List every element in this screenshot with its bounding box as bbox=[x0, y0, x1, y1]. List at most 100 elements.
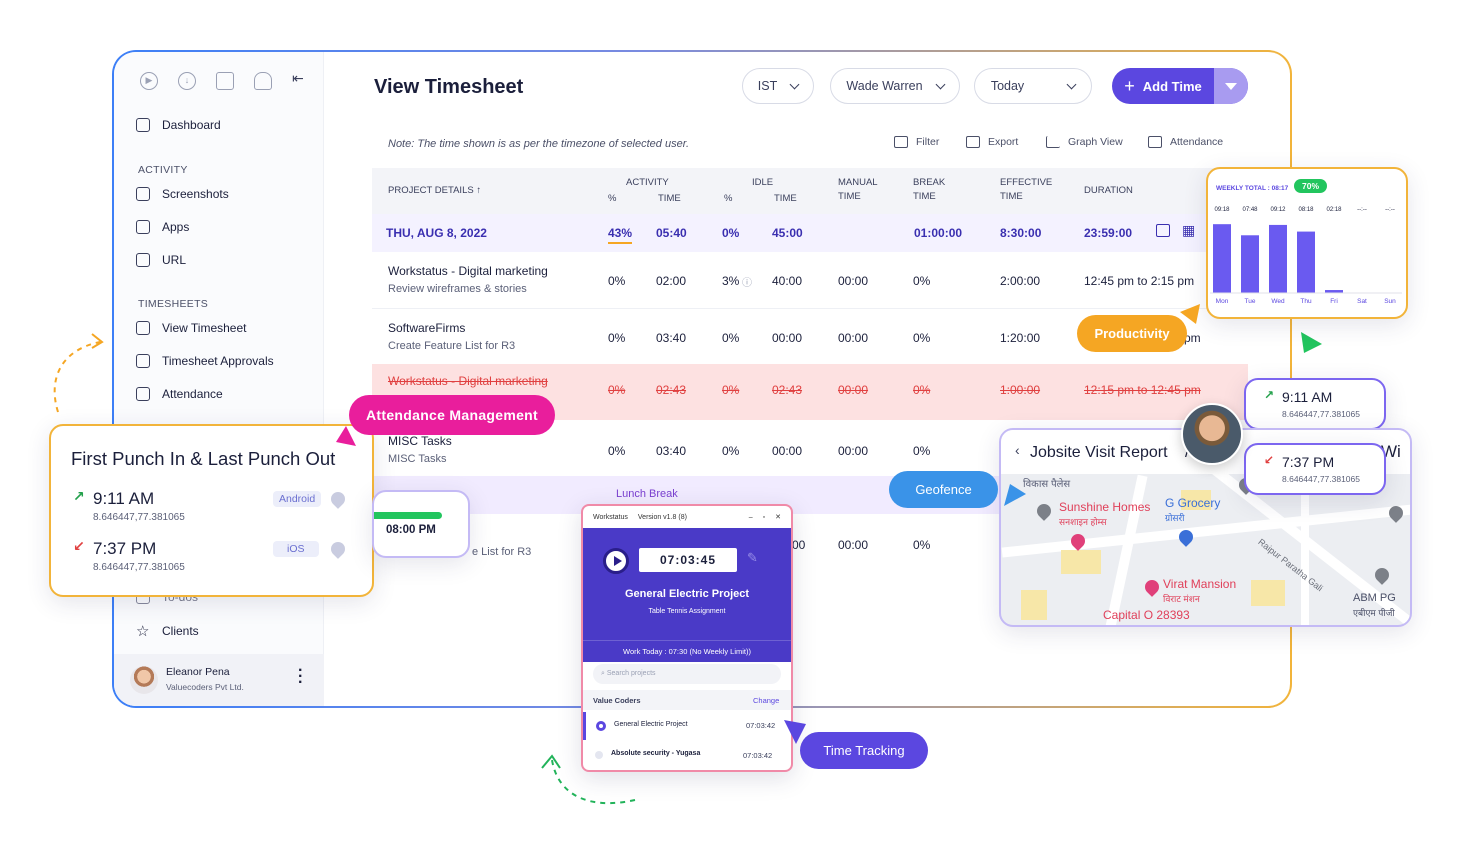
minimize-icon[interactable]: – bbox=[749, 514, 753, 521]
grid-icon[interactable]: ▦ bbox=[1182, 222, 1195, 239]
location-pin-icon bbox=[328, 489, 348, 509]
punch-in-time: 9:11 AM bbox=[93, 489, 155, 508]
weekly-bar-chart: 09:18 Mon 07:48 Tue 09:12 Wed 08:18 Thu 02:18 Fri… bbox=[1210, 207, 1402, 305]
user-profile[interactable]: Eleanor Pena Valuecoders Pvt Ltd. · · · bbox=[114, 654, 324, 706]
user-select[interactable]: Wade Warren bbox=[830, 68, 960, 104]
pointer-icon bbox=[1301, 332, 1322, 353]
col-project[interactable]: PROJECT DETAILS ↑ bbox=[388, 185, 481, 197]
geo-in-card: ↗ 9:11 AM 8.646447,77.381065 bbox=[1244, 378, 1386, 430]
weekly-chart-card: WEEKLY TOTAL : 08:17 70% 09:18 Mon 07:48 Tu… bbox=[1206, 167, 1408, 319]
x-tick-label: Wed bbox=[1271, 298, 1285, 305]
play-button[interactable] bbox=[603, 548, 629, 574]
add-time-dropdown[interactable] bbox=[1214, 68, 1248, 104]
sidebar-item-clients[interactable]: ☆ Clients bbox=[136, 622, 199, 640]
apps-icon bbox=[136, 220, 150, 234]
play-icon[interactable]: ▶ bbox=[140, 72, 158, 90]
project-item[interactable]: Absolute security - Yugasa 07:03:42 bbox=[583, 742, 791, 770]
time-tracking-tag: Time Tracking bbox=[800, 732, 928, 769]
dashboard-icon bbox=[136, 118, 150, 132]
graph-view-button[interactable]: Graph View bbox=[1046, 136, 1123, 148]
table-row[interactable]: Workstatus - Digital marketing Review wi… bbox=[372, 252, 1248, 308]
x-tick-label: Fri bbox=[1330, 298, 1338, 305]
table-header: PROJECT DETAILS ↑ ACTIVITY % TIME IDLE %… bbox=[372, 168, 1248, 214]
chevron-down-icon bbox=[789, 79, 800, 89]
project-item[interactable]: General Electric Project 07:03:42 bbox=[583, 712, 791, 740]
bar-value-label: 07:48 bbox=[1242, 207, 1258, 213]
url-icon bbox=[136, 253, 150, 267]
bar-thu[interactable] bbox=[1297, 231, 1315, 293]
bar-value-label: 09:12 bbox=[1270, 207, 1286, 213]
arrow-up-icon: ↗ bbox=[1264, 388, 1275, 402]
punch-out-time: 7:37 PM bbox=[93, 539, 157, 558]
sidebar-item-attendance[interactable]: Attendance bbox=[136, 387, 223, 401]
date-select[interactable]: Today bbox=[974, 68, 1092, 104]
more-icon[interactable]: · · · bbox=[298, 663, 303, 691]
section-timesheets: TIMESHEETS bbox=[138, 298, 209, 310]
add-time-button[interactable]: + Add Time bbox=[1112, 68, 1248, 104]
user-photo bbox=[1181, 403, 1243, 465]
radio-selected-icon bbox=[596, 721, 606, 731]
bar-tue[interactable] bbox=[1241, 235, 1259, 293]
place-label: Virat Mansion bbox=[1163, 577, 1237, 591]
x-tick-label: Sat bbox=[1357, 298, 1367, 305]
sidebar-item-view-timesheet[interactable]: View Timesheet bbox=[136, 321, 247, 335]
sidebar: ▶ ↓ ⇤ Dashboard ACTIVITY Screenshots App… bbox=[114, 52, 324, 706]
bar-mon[interactable] bbox=[1213, 224, 1231, 293]
desktop-app-widget: Workstatus Version v1.8 (8) – ▫ ✕ 07:03:… bbox=[581, 504, 793, 772]
weekly-total-label: WEEKLY TOTAL : 08:17 bbox=[1216, 185, 1289, 192]
arrow-up-icon: ↗ bbox=[73, 488, 85, 504]
dashed-arrow-decoration bbox=[53, 333, 104, 413]
sidebar-item-dashboard[interactable]: Dashboard bbox=[136, 118, 221, 132]
timer-display: 07:03:45 bbox=[639, 548, 737, 572]
app-version: Version v1.8 (8) bbox=[637, 513, 687, 521]
sidebar-item-apps[interactable]: Apps bbox=[136, 220, 189, 234]
break-progress-bar bbox=[374, 512, 442, 519]
approvals-icon bbox=[136, 354, 150, 368]
bar-wed[interactable] bbox=[1269, 224, 1287, 293]
punch-card: First Punch In & Last Punch Out ↗ 9:11 A… bbox=[49, 424, 374, 597]
geo-in-coord: 8.646447,77.381065 bbox=[1282, 409, 1360, 419]
chart-icon bbox=[1046, 136, 1060, 148]
geo-in-time: 9:11 AM bbox=[1282, 389, 1333, 405]
close-icon[interactable]: ✕ bbox=[775, 513, 781, 521]
screenshot-icon[interactable] bbox=[1156, 224, 1170, 237]
location-pin-icon bbox=[1142, 577, 1162, 597]
place-label: Sunshine Homes bbox=[1059, 500, 1151, 514]
export-button[interactable]: Export bbox=[966, 136, 1018, 148]
arrow-down-icon: ↙ bbox=[73, 538, 85, 554]
collapse-icon[interactable]: ⇤ bbox=[292, 70, 304, 87]
calendar-icon[interactable] bbox=[216, 72, 234, 90]
work-today: Work Today : 07:30 (No Weekly Limit)) bbox=[583, 640, 791, 662]
chevron-down-icon bbox=[1066, 79, 1077, 89]
sidebar-item-screenshots[interactable]: Screenshots bbox=[136, 187, 229, 201]
x-tick-label: Mon bbox=[1216, 298, 1229, 305]
search-input[interactable]: ⌕ Search projects bbox=[593, 664, 781, 684]
punch-out-coord: 8.646447,77.381065 bbox=[93, 562, 185, 573]
break-card: 08:00 PM bbox=[372, 490, 470, 558]
back-chevron-icon[interactable]: ‹ bbox=[1015, 442, 1020, 458]
section-activity: ACTIVITY bbox=[138, 164, 188, 176]
sidebar-item-timesheet-approvals[interactable]: Timesheet Approvals bbox=[136, 354, 274, 368]
geo-out-time: 7:37 PM bbox=[1282, 454, 1335, 470]
location-pin-icon bbox=[328, 539, 348, 559]
info-icon[interactable]: ⓘ bbox=[742, 274, 752, 289]
punch-card-title: First Punch In & Last Punch Out bbox=[71, 448, 336, 469]
current-task: Table Tennis Assignment bbox=[648, 608, 726, 615]
timesheet-icon bbox=[136, 321, 150, 335]
search-icon: ⌕ bbox=[601, 670, 605, 677]
attendance-button[interactable]: Attendance bbox=[1148, 136, 1223, 148]
filter-button[interactable]: Filter bbox=[894, 136, 939, 148]
screenshot-icon bbox=[136, 187, 150, 201]
change-org-link[interactable]: Change bbox=[753, 696, 779, 705]
maximize-icon[interactable]: ▫ bbox=[763, 514, 765, 521]
map-title: Jobsite Visit Report bbox=[1030, 444, 1168, 461]
place-label: Capital O 28393 bbox=[1103, 608, 1190, 622]
timezone-select[interactable]: IST bbox=[742, 68, 814, 104]
edit-icon[interactable]: ✎ bbox=[747, 550, 758, 566]
pointer-icon bbox=[1004, 484, 1026, 506]
bar-value-label: --:-- bbox=[1385, 207, 1395, 213]
download-icon[interactable]: ↓ bbox=[178, 72, 196, 90]
place-label: G Grocery bbox=[1165, 496, 1221, 510]
sidebar-item-url[interactable]: URL bbox=[136, 253, 186, 267]
bell-icon[interactable] bbox=[254, 72, 272, 90]
